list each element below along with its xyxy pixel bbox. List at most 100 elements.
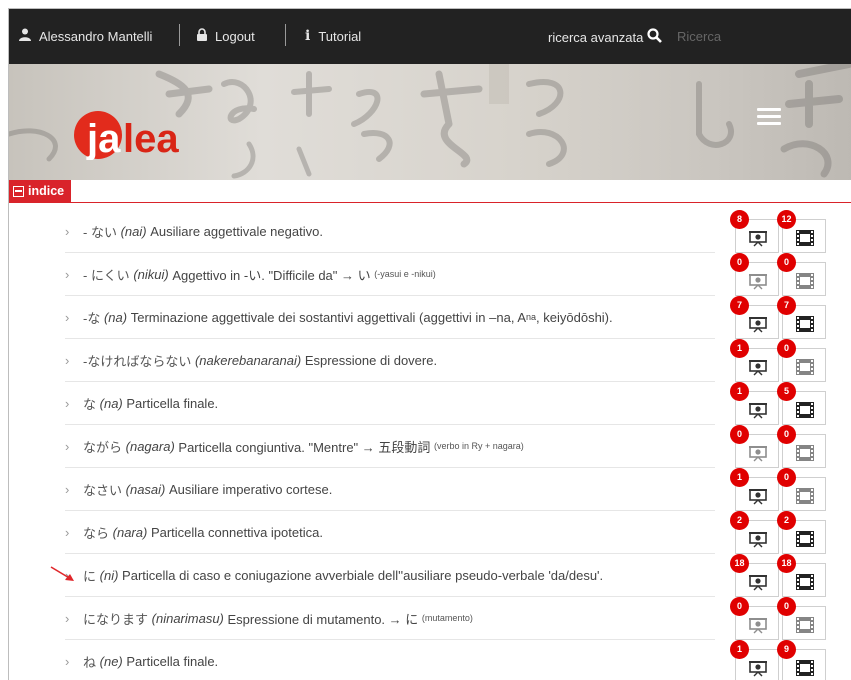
jalea-logo[interactable]: ja lea xyxy=(73,110,183,165)
entry-term: になります xyxy=(83,611,149,627)
presentation-icon xyxy=(749,360,767,376)
film-icon xyxy=(796,402,814,418)
list-item[interactable]: › -な (na) Terminazione aggettivale dei s… xyxy=(65,296,715,339)
info-icon: i xyxy=(305,28,311,44)
list-item[interactable]: › ながら (nagara) Particella congiuntiva. "… xyxy=(65,425,715,468)
entry-description: Terminazione aggettivale dei sostantivi … xyxy=(130,309,527,325)
film-icon xyxy=(796,660,814,676)
entry-term: -なければならない xyxy=(83,353,192,369)
chevron-right-icon: › xyxy=(65,266,70,282)
app-frame: Alessandro Mantelli Logout i Tutorial ri… xyxy=(8,8,851,680)
entry-term: - ない xyxy=(83,224,117,240)
count-badge: 9 xyxy=(777,640,796,659)
header-banner: ja lea xyxy=(9,64,851,180)
film-icon xyxy=(796,574,814,590)
list-item[interactable]: › な (na) Particella finale. xyxy=(65,382,715,425)
list-item[interactable]: › になります (ninarimasu) Espressione di muta… xyxy=(65,597,715,640)
indice-toggle[interactable]: indice xyxy=(9,180,72,202)
search-input[interactable] xyxy=(675,22,851,50)
chevron-right-icon: › xyxy=(65,309,70,325)
entry-description: Aggettivo in -い. "Difficile da" → い xyxy=(172,267,371,283)
presentation-icon xyxy=(749,231,767,247)
chevron-right-icon: › xyxy=(65,524,70,540)
list-item[interactable]: › なら (nara) Particella connettiva ipotet… xyxy=(65,511,715,554)
entry-romaji: (nasai) xyxy=(125,481,166,497)
presentation-icon xyxy=(749,532,767,548)
chevron-right-icon: › xyxy=(65,438,70,454)
count-badge: 7 xyxy=(730,296,749,315)
presentation-icon xyxy=(749,446,767,462)
film-icon xyxy=(796,316,814,332)
list-item[interactable]: › に (ni) Particella di caso e coniugazio… xyxy=(65,554,715,597)
entry-term: ね xyxy=(83,654,97,670)
entry-term: ながら xyxy=(83,439,123,455)
entry-term: な xyxy=(83,396,97,412)
count-badge: 18 xyxy=(777,554,796,573)
count-badge: 0 xyxy=(777,253,796,272)
film-icon xyxy=(796,230,814,246)
entry-description: Particella finale. xyxy=(126,395,219,411)
count-badge: 0 xyxy=(777,339,796,358)
film-icon xyxy=(796,273,814,289)
presentation-icon xyxy=(749,489,767,505)
entry-term: - にくい xyxy=(83,267,130,283)
advanced-search-link[interactable]: ricerca avanzata xyxy=(548,28,663,46)
list-item[interactable]: › ね (ne) Particella finale. xyxy=(65,640,715,680)
entry-romaji: (nikui) xyxy=(133,266,169,282)
entry-description: Particella connettiva ipotetica. xyxy=(150,524,323,540)
entry-romaji: (ninarimasu) xyxy=(151,610,224,626)
chevron-right-icon: › xyxy=(65,610,70,626)
presentation-icon xyxy=(749,575,767,591)
entry-description: Espressione di mutamento. → に xyxy=(227,611,419,627)
entry-description: Espressione di dovere. xyxy=(304,352,438,368)
count-badge: 2 xyxy=(777,511,796,530)
chevron-right-icon: › xyxy=(65,223,70,239)
count-badge: 1 xyxy=(730,339,749,358)
count-badge: 2 xyxy=(730,511,749,530)
entry-romaji: (nakerebanaranai) xyxy=(194,352,302,368)
user-name: Alessandro Mantelli xyxy=(39,28,153,44)
entry-description-end: , keiyōdōshi). xyxy=(536,309,613,325)
count-badge: 0 xyxy=(730,597,749,616)
count-badge: 5 xyxy=(777,382,796,401)
presentation-icon xyxy=(749,618,767,634)
logout-label: Logout xyxy=(215,28,255,44)
tutorial-link[interactable]: i Tutorial xyxy=(305,28,361,44)
film-icon xyxy=(796,359,814,375)
entry-note: (verbo in Ry + nagara) xyxy=(434,441,524,451)
tutorial-label: Tutorial xyxy=(318,28,362,44)
svg-text:ja: ja xyxy=(86,117,121,160)
user-menu[interactable]: Alessandro Mantelli xyxy=(19,28,152,44)
entry-note: (-yasui e -nikui) xyxy=(374,269,436,279)
list-item[interactable]: › - にくい (nikui) Aggettivo in -い. "Diffic… xyxy=(65,253,715,296)
annotation-arrow-icon xyxy=(50,566,74,581)
entry-description: Ausiliare imperativo cortese. xyxy=(169,481,333,497)
top-navigation-bar: Alessandro Mantelli Logout i Tutorial ri… xyxy=(9,9,851,64)
film-icon xyxy=(796,445,814,461)
entry-romaji: (nai) xyxy=(120,223,147,239)
presentation-icon xyxy=(749,274,767,290)
count-badge: 18 xyxy=(730,554,749,573)
count-badge: 1 xyxy=(730,468,749,487)
entry-term: なさい xyxy=(83,482,123,498)
entry-romaji: (ne) xyxy=(99,653,123,669)
entry-romaji: (ni) xyxy=(99,567,119,583)
search-icon[interactable] xyxy=(647,28,663,46)
advanced-search-label: ricerca avanzata xyxy=(548,29,644,45)
list-item[interactable]: › -なければならない (nakerebanaranai) Espression… xyxy=(65,339,715,382)
divider xyxy=(9,202,851,203)
chevron-right-icon: › xyxy=(65,481,70,497)
entry-romaji: (nagara) xyxy=(125,438,175,454)
count-badge: 0 xyxy=(777,468,796,487)
divider xyxy=(179,24,180,46)
list-item[interactable]: › なさい (nasai) Ausiliare imperativo corte… xyxy=(65,468,715,511)
logout-link[interactable]: Logout xyxy=(197,28,255,44)
list-item[interactable]: › - ない (nai) Ausiliare aggettivale negat… xyxy=(65,210,715,253)
entry-description: Particella di caso e coniugazione avverb… xyxy=(122,567,604,583)
count-badge: 8 xyxy=(730,210,749,229)
count-badge: 1 xyxy=(730,640,749,659)
count-badge: 0 xyxy=(777,597,796,616)
svg-text:lea: lea xyxy=(123,117,179,160)
entry-term: -な xyxy=(83,310,101,326)
hamburger-icon[interactable] xyxy=(757,108,781,126)
